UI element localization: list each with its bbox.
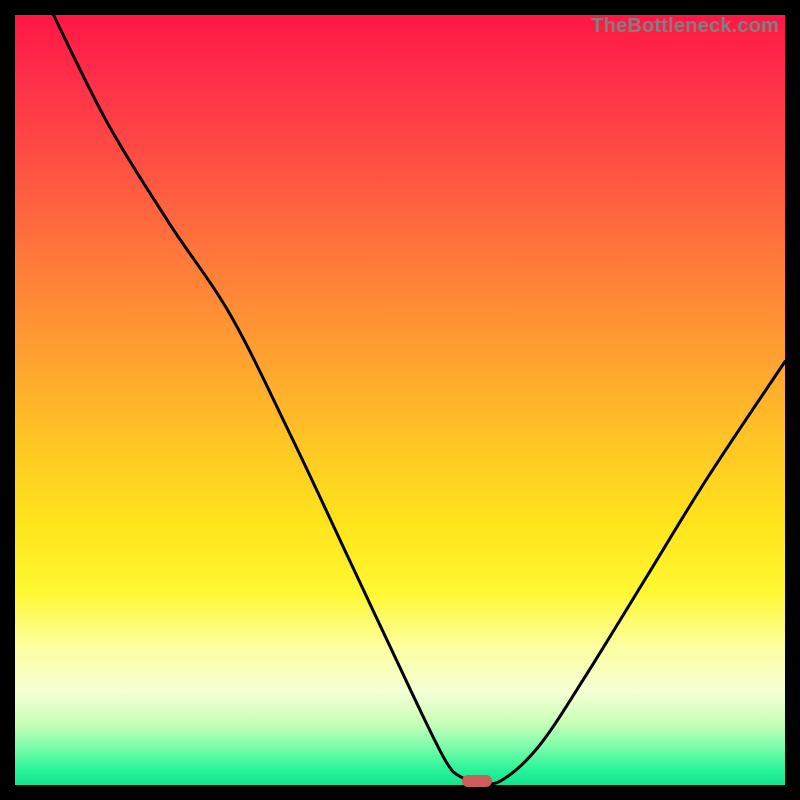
chart-frame: TheBottleneck.com — [15, 15, 785, 785]
watermark-text: TheBottleneck.com — [591, 15, 779, 38]
optimal-marker — [462, 775, 492, 787]
chart-curve-svg — [15, 15, 785, 785]
bottleneck-curve-path — [54, 15, 786, 784]
